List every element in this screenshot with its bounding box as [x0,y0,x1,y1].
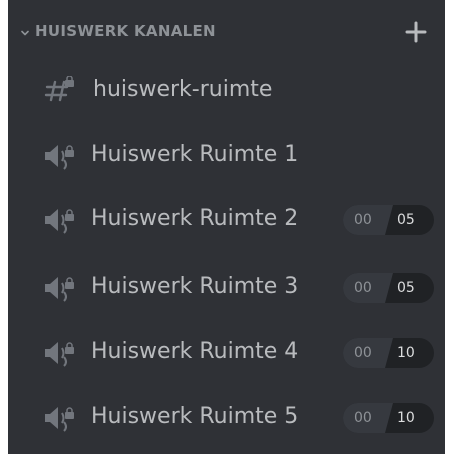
category-huiswerk-kanalen[interactable]: HUISWERK KANALEN [8,18,445,48]
user-limit: 05 [397,212,415,228]
chevron-down-icon[interactable] [21,29,29,37]
channel-huiswerk-ruimte-5[interactable]: Huiswerk Ruimte 5 00 10 [8,391,445,443]
voice-channel-locked-icon [45,407,74,432]
channel-huiswerk-ruimte-2[interactable]: Huiswerk Ruimte 2 00 05 [8,193,445,245]
plus-icon[interactable] [404,20,428,44]
channel-huiswerk-ruimte-4[interactable]: Huiswerk Ruimte 4 00 10 [8,326,445,378]
channel-name: Huiswerk Ruimte 3 [91,274,299,299]
channel-name: Huiswerk Ruimte 4 [91,339,299,364]
voice-channel-locked-icon [45,209,74,234]
user-limit: 10 [397,410,415,426]
channel-name: Huiswerk Ruimte 5 [91,404,299,429]
channel-name: Huiswerk Ruimte 2 [91,206,299,231]
channel-huiswerk-ruimte-3[interactable]: Huiswerk Ruimte 3 00 05 [8,261,445,313]
user-limit-badge: 00 10 [343,338,434,368]
voice-channel-locked-icon [45,145,74,170]
user-limit-badge: 00 05 [343,273,434,303]
voice-channel-locked-icon [45,277,74,302]
channel-name: Huiswerk Ruimte 1 [91,142,299,167]
channel-name: huiswerk-ruimte [93,77,273,102]
text-channel-locked-icon [44,76,74,102]
channel-huiswerk-ruimte-text[interactable]: huiswerk-ruimte [8,64,445,116]
user-limit: 10 [397,345,415,361]
user-count: 00 [354,212,372,228]
channel-huiswerk-ruimte-1[interactable]: Huiswerk Ruimte 1 [8,129,445,181]
user-count: 00 [354,345,372,361]
category-label: HUISWERK KANALEN [35,22,216,40]
voice-channel-locked-icon [45,342,74,367]
user-limit-badge: 00 05 [343,205,434,235]
user-limit: 05 [397,280,415,296]
user-limit-badge: 00 10 [343,403,434,433]
user-count: 00 [354,280,372,296]
user-count: 00 [354,410,372,426]
channel-list-panel: HUISWERK KANALEN huiswerk-ruimte Huiswer… [8,0,445,454]
